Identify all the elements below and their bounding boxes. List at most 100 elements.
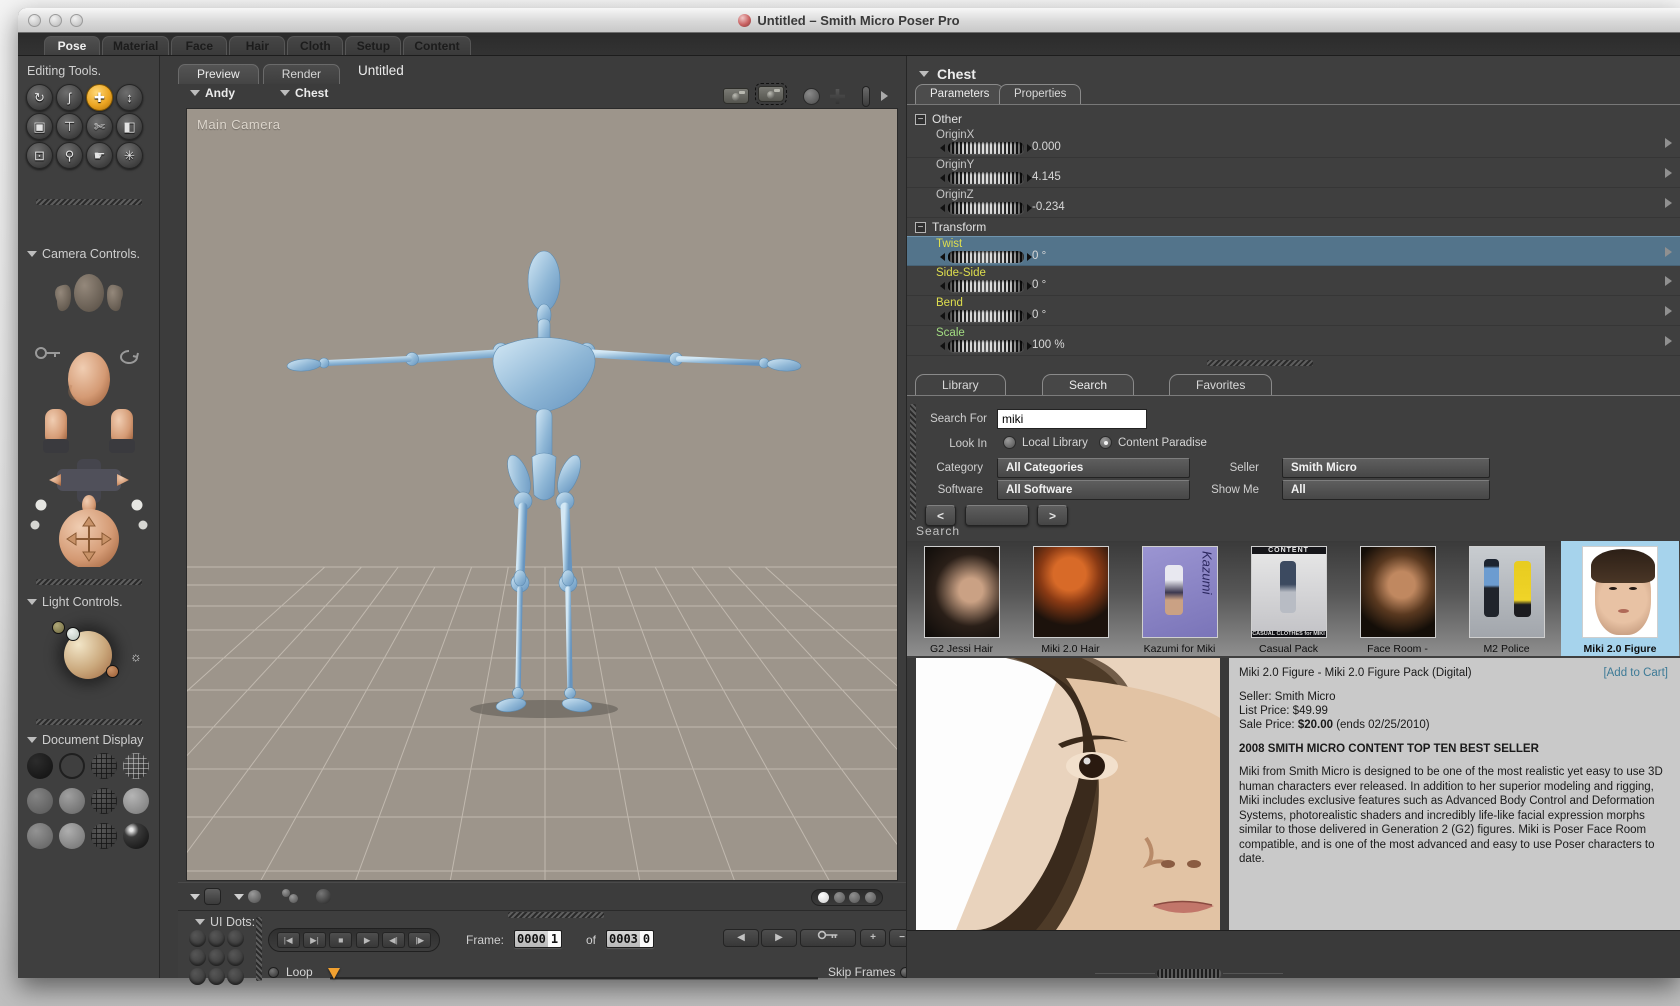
loop-toggle[interactable]	[268, 967, 279, 978]
next-page-button[interactable]: >	[1037, 505, 1068, 526]
content-paradise-label[interactable]: Content Paradise	[1118, 437, 1207, 449]
param-menu-arrow-icon[interactable]	[1665, 198, 1672, 208]
color-tool-icon[interactable]: ◧	[116, 113, 143, 140]
tracking-dropdown-icon[interactable]	[190, 894, 200, 900]
ui-dot[interactable]	[189, 949, 206, 966]
tab-library[interactable]: Library	[915, 374, 1006, 395]
chain-break-tool-icon[interactable]: ⊡	[26, 142, 53, 169]
actor-selector-dropdown[interactable]: Chest	[280, 86, 328, 100]
result-item[interactable]: Kazumi Kazumi for Miki	[1125, 541, 1234, 656]
content-paradise-radio[interactable]	[1099, 436, 1112, 449]
camera-preset-1-icon[interactable]	[723, 88, 749, 104]
timeline-divider-handle[interactable]	[508, 912, 604, 918]
chevron-down-icon[interactable]	[27, 251, 37, 257]
display-style-flat-lined-icon[interactable]	[91, 788, 117, 814]
minimize-window-button[interactable]	[49, 14, 62, 27]
tab-pose[interactable]: Pose	[44, 36, 100, 55]
resize-grip[interactable]	[1095, 969, 1283, 978]
view-magnifier-tool-icon[interactable]: ⚲	[56, 142, 83, 169]
translate-in-out-tool-icon[interactable]: ↕	[116, 84, 143, 111]
collapse-icon[interactable]: −	[915, 221, 926, 233]
param-value[interactable]: 0 °	[1032, 250, 1046, 262]
tab-content[interactable]: Content	[403, 36, 471, 55]
timeline-v-divider-handle[interactable]	[256, 917, 262, 981]
display-style-smooth-shaded-icon[interactable]	[27, 823, 53, 849]
display-style-silhouette-icon[interactable]	[27, 753, 53, 779]
taper-tool-icon[interactable]: ⊤	[56, 113, 83, 140]
param-value[interactable]: 4.145	[1032, 171, 1061, 183]
edit-keyframes-button[interactable]	[800, 929, 856, 947]
timeline-scrubber-track[interactable]	[330, 977, 818, 980]
timeline-scrubber-marker[interactable]	[328, 968, 340, 979]
twist-tool-icon[interactable]: ʃ	[56, 84, 83, 111]
current-frame-counter[interactable]: 0000 1	[514, 930, 563, 948]
display-dot-icon[interactable]	[864, 892, 876, 903]
light-2-dot-icon[interactable]	[66, 627, 80, 641]
stop-button[interactable]: ■	[329, 932, 353, 948]
display-style-lit-wireframe-icon[interactable]	[27, 788, 53, 814]
param-dial[interactable]	[940, 202, 1032, 214]
display-style-cartoon-icon[interactable]	[123, 788, 149, 814]
first-frame-button[interactable]: |◀	[276, 932, 300, 948]
ui-dot[interactable]	[227, 930, 244, 947]
display-dot-icon[interactable]	[849, 892, 861, 903]
param-dial[interactable]	[940, 340, 1032, 352]
style-dropdown-icon[interactable]	[234, 894, 244, 900]
tab-favorites[interactable]: Favorites	[1169, 374, 1273, 395]
step-forward-button[interactable]: |▶	[408, 932, 432, 948]
param-menu-arrow-icon[interactable]	[1665, 247, 1672, 257]
figure-selector-dropdown[interactable]: Andy	[190, 86, 235, 100]
param-dial[interactable]	[940, 142, 1032, 154]
chevron-down-icon[interactable]	[195, 919, 205, 925]
show-me-dropdown[interactable]: All	[1282, 480, 1490, 500]
search-input[interactable]	[997, 409, 1147, 429]
direct-manipulation-tool-icon[interactable]: ☛	[86, 142, 113, 169]
add-keyframe-button[interactable]: +	[860, 929, 886, 947]
local-library-label[interactable]: Local Library	[1022, 437, 1088, 449]
tab-preview[interactable]: Preview	[178, 64, 259, 84]
chevron-down-icon[interactable]	[27, 737, 37, 743]
next-panel-arrow-icon[interactable]	[881, 91, 888, 101]
rotate-tool-icon[interactable]: ↻	[26, 84, 53, 111]
display-style-smooth-lined-icon[interactable]	[59, 823, 85, 849]
ui-dot[interactable]	[227, 949, 244, 966]
camera-preset-2-icon[interactable]	[755, 83, 787, 105]
viewport[interactable]: Main Camera	[186, 108, 898, 881]
sidebar-divider-handle[interactable]	[35, 579, 142, 585]
result-item[interactable]: G2 Jessi Hair	[907, 541, 1016, 656]
scale-tool-icon[interactable]: ▣	[26, 113, 53, 140]
param-dial[interactable]	[940, 172, 1032, 184]
parameters-header[interactable]: Chest	[919, 66, 976, 82]
grouping-tool-icon[interactable]: ✄	[86, 113, 113, 140]
camera-controls-cluster[interactable]	[27, 267, 151, 567]
param-menu-arrow-icon[interactable]	[1665, 276, 1672, 286]
camera-name-label[interactable]: Main Camera	[197, 117, 281, 132]
multi-sphere-icon[interactable]	[289, 894, 298, 903]
param-menu-arrow-icon[interactable]	[1665, 138, 1672, 148]
tab-hair[interactable]: Hair	[229, 36, 286, 55]
sun-icon[interactable]: ☼	[130, 649, 142, 664]
tab-material[interactable]: Material	[102, 36, 170, 55]
sidebar-divider-handle[interactable]	[35, 199, 142, 205]
tab-setup[interactable]: Setup	[345, 36, 402, 55]
light-1-dot-icon[interactable]	[52, 621, 65, 634]
group-transform[interactable]: − Transform	[915, 220, 986, 234]
step-back-button[interactable]: ◀|	[381, 932, 405, 948]
tab-render[interactable]: Render	[262, 64, 341, 84]
tab-search[interactable]: Search	[1042, 374, 1135, 395]
tab-cloth[interactable]: Cloth	[287, 36, 344, 55]
param-value[interactable]: 0.000	[1032, 141, 1061, 153]
ui-dot[interactable]	[189, 930, 206, 947]
total-frames-counter[interactable]: 0003 0	[606, 930, 655, 948]
sidebar-divider-handle[interactable]	[35, 719, 142, 725]
display-style-outline-icon[interactable]	[59, 753, 85, 779]
result-item[interactable]: CONTENT CASUAL CLOTHES for MIKI Casual P…	[1234, 541, 1343, 656]
light-3-dot-icon[interactable]	[106, 665, 119, 678]
group-other[interactable]: − Other	[915, 112, 962, 126]
result-item-selected[interactable]: Miki 2.0 Figure	[1561, 541, 1679, 656]
display-style-wireframe-icon[interactable]	[91, 753, 117, 779]
software-dropdown[interactable]: All Software	[997, 480, 1190, 500]
display-style-flat-shaded-icon[interactable]	[59, 788, 85, 814]
param-dial[interactable]	[940, 251, 1032, 263]
morphing-tool-icon[interactable]: ✳	[116, 142, 143, 169]
